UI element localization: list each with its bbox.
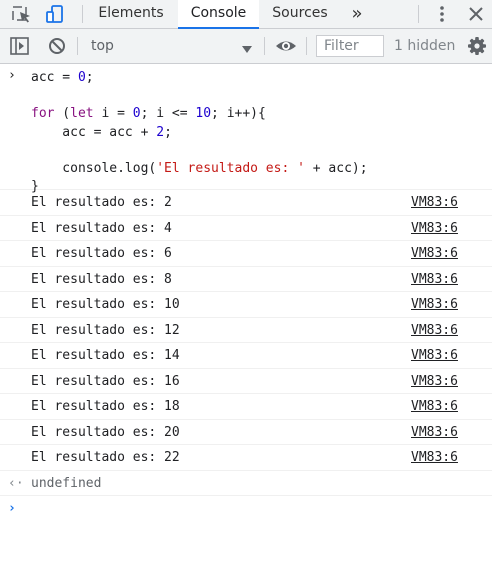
console-prompt[interactable]: › — [0, 496, 492, 521]
context-label: top — [91, 38, 114, 54]
tab-console[interactable]: Console — [178, 0, 259, 29]
log-message: El resultado es: 22 VM83:6 — [0, 445, 492, 471]
log-message: El resultado es: 4 VM83:6 — [0, 216, 492, 241]
source-link[interactable]: VM83:6 — [411, 318, 458, 343]
source-link[interactable]: VM83:6 — [411, 267, 458, 292]
filter-input[interactable]: Filter — [316, 35, 384, 57]
return-arrow-icon: ‹· — [8, 475, 24, 491]
toolbar-divider — [77, 37, 78, 55]
tab-elements[interactable]: Elements — [95, 0, 167, 29]
log-list: El resultado es: 2 VM83:6 El resultado es… — [0, 190, 492, 471]
toolbar-divider — [82, 5, 83, 23]
source-link[interactable]: VM83:6 — [411, 394, 458, 419]
devtools-tab-bar: Elements Console Sources » — [0, 0, 492, 29]
log-message: El resultado es: 6 VM83:6 — [0, 241, 492, 267]
prompt-chevron-icon: › — [8, 500, 16, 516]
source-link[interactable]: VM83:6 — [411, 216, 458, 241]
code-line: console.log('El resultado es: ' + acc); — [31, 160, 368, 176]
code-line: acc = acc + 2; — [31, 124, 172, 140]
hidden-messages-count: 1 hidden — [394, 38, 456, 54]
code-line: for (let i = 0; i <= 10; i++){ — [31, 106, 266, 122]
source-link[interactable]: VM83:6 — [411, 445, 458, 470]
toolbar-divider — [264, 37, 265, 55]
log-message: El resultado es: 8 VM83:6 — [0, 267, 492, 292]
source-link[interactable]: VM83:6 — [411, 369, 458, 394]
source-link[interactable]: VM83:6 — [411, 420, 458, 445]
source-link[interactable]: VM83:6 — [411, 343, 458, 368]
console-toolbar: top Filter 1 hidden — [0, 29, 492, 64]
log-message: El resultado es: 18 VM83:6 — [0, 394, 492, 420]
console-input-echo: › acc = 0; for (let i = 0; i <= 10; i++)… — [0, 64, 492, 194]
console-output: › acc = 0; for (let i = 0; i <= 10; i++)… — [0, 64, 492, 588]
log-message: El resultado es: 14 VM83:6 — [0, 343, 492, 369]
sidebar-toggle-icon[interactable] — [9, 36, 31, 56]
tab-sources[interactable]: Sources — [268, 0, 332, 29]
execution-context-select[interactable]: top — [84, 36, 258, 56]
dropdown-arrow-icon — [242, 40, 252, 60]
device-toolbar-icon[interactable] — [44, 4, 66, 24]
eye-icon[interactable] — [275, 36, 297, 56]
clear-console-icon[interactable] — [46, 36, 68, 56]
toolbar-divider — [418, 5, 419, 23]
code-line: acc = 0; — [31, 70, 94, 85]
log-message: El resultado es: 12 VM83:6 — [0, 318, 492, 343]
return-value: undefined — [31, 475, 102, 491]
input-prompt-icon: › — [8, 68, 16, 83]
log-message: El resultado es: 10 VM83:6 — [0, 292, 492, 318]
source-link[interactable]: VM83:6 — [411, 190, 458, 215]
more-tabs-button[interactable]: » — [344, 0, 370, 29]
return-value-row: ‹· undefined — [0, 471, 492, 496]
log-message: El resultado es: 16 VM83:6 — [0, 369, 492, 394]
toolbar-divider — [306, 37, 307, 55]
log-message: El resultado es: 2 VM83:6 — [0, 190, 492, 216]
cursor-select-icon[interactable] — [11, 4, 33, 24]
log-message: El resultado es: 20 VM83:6 — [0, 420, 492, 445]
kebab-menu-icon[interactable] — [431, 4, 453, 24]
close-icon[interactable] — [465, 4, 487, 24]
source-link[interactable]: VM83:6 — [411, 241, 458, 266]
source-link[interactable]: VM83:6 — [411, 292, 458, 317]
gear-icon[interactable] — [466, 36, 488, 56]
